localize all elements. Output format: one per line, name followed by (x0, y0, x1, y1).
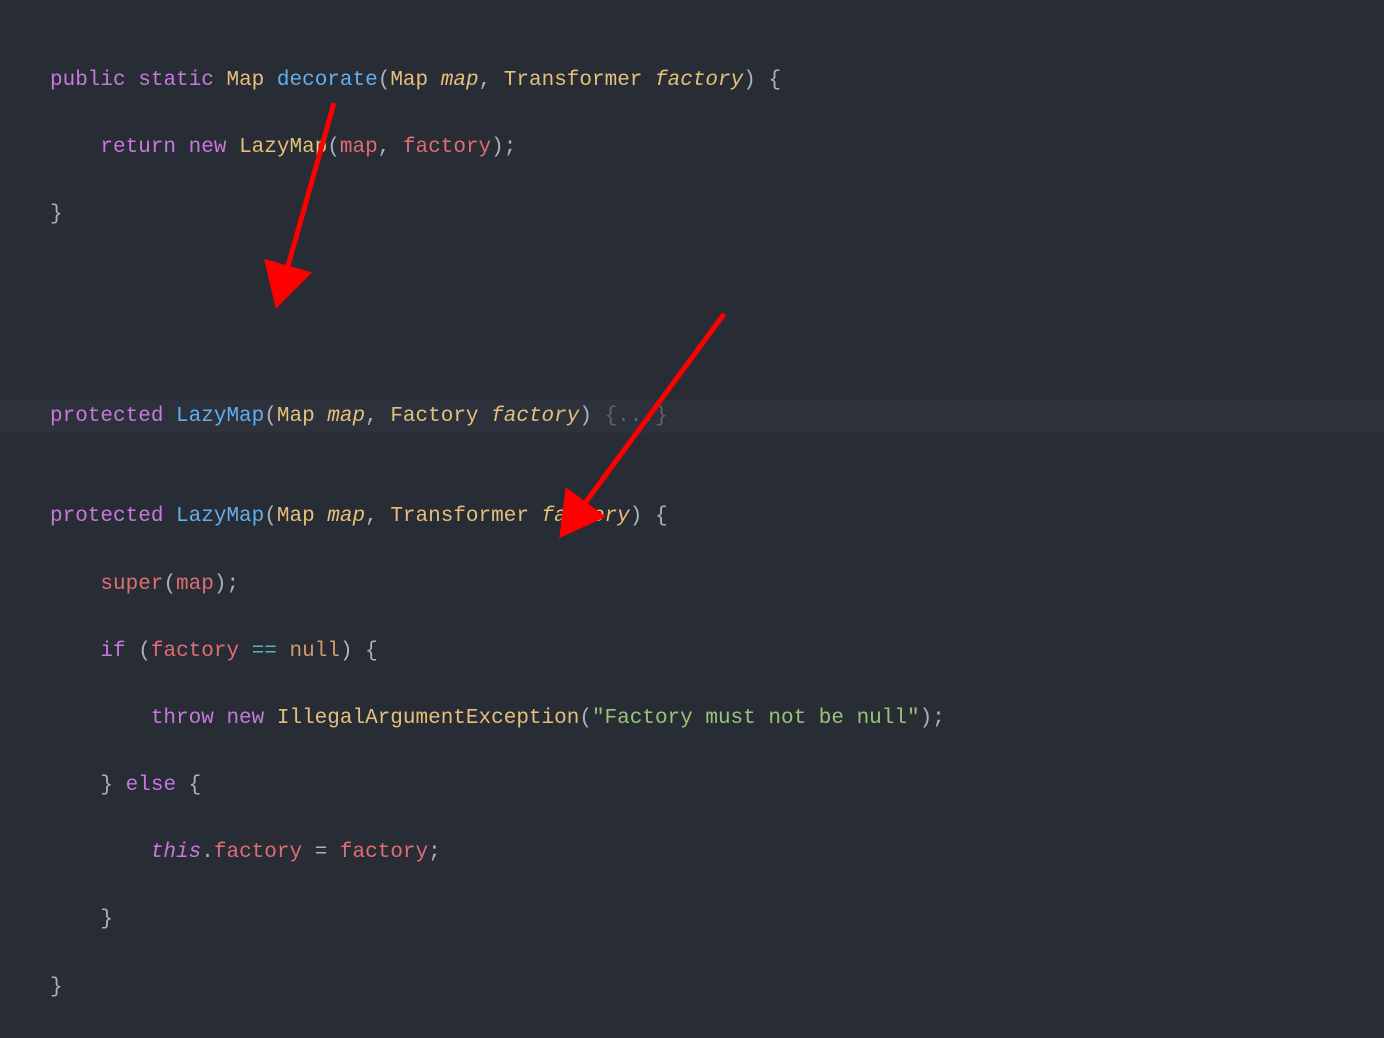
return-type: Map (226, 69, 264, 92)
blank-line (50, 265, 1384, 299)
paren: ) (491, 136, 504, 159)
code-line: } (50, 198, 1384, 232)
paren: ) (630, 505, 655, 528)
var-ref: factory (151, 640, 239, 663)
indent-guide (50, 640, 100, 663)
paren: ( (163, 573, 176, 596)
brace: { (655, 505, 668, 528)
comma: , (365, 405, 390, 428)
brace: { (768, 69, 781, 92)
code-line: public static Map decorate(Map map, Tran… (50, 64, 1384, 98)
keyword-protected: protected (50, 505, 163, 528)
null-literal: null (290, 640, 340, 663)
paren: ( (378, 69, 391, 92)
keyword-if: if (100, 640, 125, 663)
ctor-name: LazyMap (176, 405, 264, 428)
param-name: map (327, 405, 365, 428)
keyword-public: public (50, 69, 126, 92)
code-line: } (50, 971, 1384, 1005)
keyword-throw: throw (151, 707, 214, 730)
class-ref: LazyMap (239, 136, 327, 159)
param-name: factory (655, 69, 743, 92)
code-line: return new LazyMap(map, factory); (50, 131, 1384, 165)
keyword-return: return (100, 136, 176, 159)
code-fold-indicator[interactable]: {...} (605, 405, 668, 428)
code-line-highlighted: protected LazyMap(Map map, Factory facto… (0, 400, 1384, 434)
comma: , (479, 69, 504, 92)
semi: ; (932, 707, 945, 730)
blank-line (50, 332, 1384, 366)
param-type: Map (277, 405, 315, 428)
indent-guide (50, 774, 100, 797)
exception-class: IllegalArgumentException (277, 707, 579, 730)
param-name: factory (542, 505, 630, 528)
code-line: this.factory = factory; (50, 836, 1384, 870)
brace: } (100, 908, 113, 931)
dot: . (201, 841, 214, 864)
semi: ; (428, 841, 441, 864)
blank-line (50, 433, 1384, 467)
indent-guide (50, 908, 100, 931)
comma: , (378, 136, 403, 159)
param-type: Factory (390, 405, 478, 428)
operator: == (252, 640, 277, 663)
paren: ( (579, 707, 592, 730)
code-editor[interactable]: public static Map decorate(Map map, Tran… (50, 30, 1384, 1038)
param-type: Transformer (504, 69, 643, 92)
code-line: if (factory == null) { (50, 635, 1384, 669)
ctor-name: LazyMap (176, 505, 264, 528)
keyword-static: static (138, 69, 214, 92)
semi: ; (504, 136, 517, 159)
code-line: super(map); (50, 568, 1384, 602)
keyword-new: new (189, 136, 227, 159)
paren: ( (264, 505, 277, 528)
semi: ; (226, 573, 239, 596)
indent-guide (50, 136, 100, 159)
method-name: decorate (277, 69, 378, 92)
super-call: super (100, 573, 163, 596)
equals: = (315, 841, 328, 864)
brace: } (100, 774, 113, 797)
brace: } (50, 203, 63, 226)
param-name: map (327, 505, 365, 528)
paren: ) (743, 69, 768, 92)
param-name: map (441, 69, 479, 92)
code-line: throw new IllegalArgumentException("Fact… (50, 702, 1384, 736)
param-type: Map (277, 505, 315, 528)
arg: factory (403, 136, 491, 159)
keyword-new: new (226, 707, 264, 730)
brace: { (189, 774, 202, 797)
arg: map (176, 573, 214, 596)
indent-guide (50, 841, 151, 864)
string-literal: "Factory must not be null" (592, 707, 920, 730)
keyword-else: else (126, 774, 176, 797)
paren: ( (327, 136, 340, 159)
indent-guide (50, 707, 151, 730)
paren: ) (579, 405, 604, 428)
param-name: factory (491, 405, 579, 428)
brace: } (50, 976, 63, 999)
paren: ( (264, 405, 277, 428)
paren: ) (920, 707, 933, 730)
paren: ( (138, 640, 151, 663)
arg: map (340, 136, 378, 159)
param-type: Transformer (390, 505, 529, 528)
param-type: Map (390, 69, 428, 92)
var-ref: factory (340, 841, 428, 864)
paren: ) (340, 640, 365, 663)
paren: ) (214, 573, 227, 596)
property-ref: factory (214, 841, 302, 864)
keyword-protected: protected (50, 405, 163, 428)
brace: { (365, 640, 378, 663)
indent-guide (50, 573, 100, 596)
keyword-this: this (151, 841, 201, 864)
code-line: } (50, 903, 1384, 937)
comma: , (365, 505, 390, 528)
code-line: protected LazyMap(Map map, Transformer f… (50, 500, 1384, 534)
code-line: } else { (50, 769, 1384, 803)
